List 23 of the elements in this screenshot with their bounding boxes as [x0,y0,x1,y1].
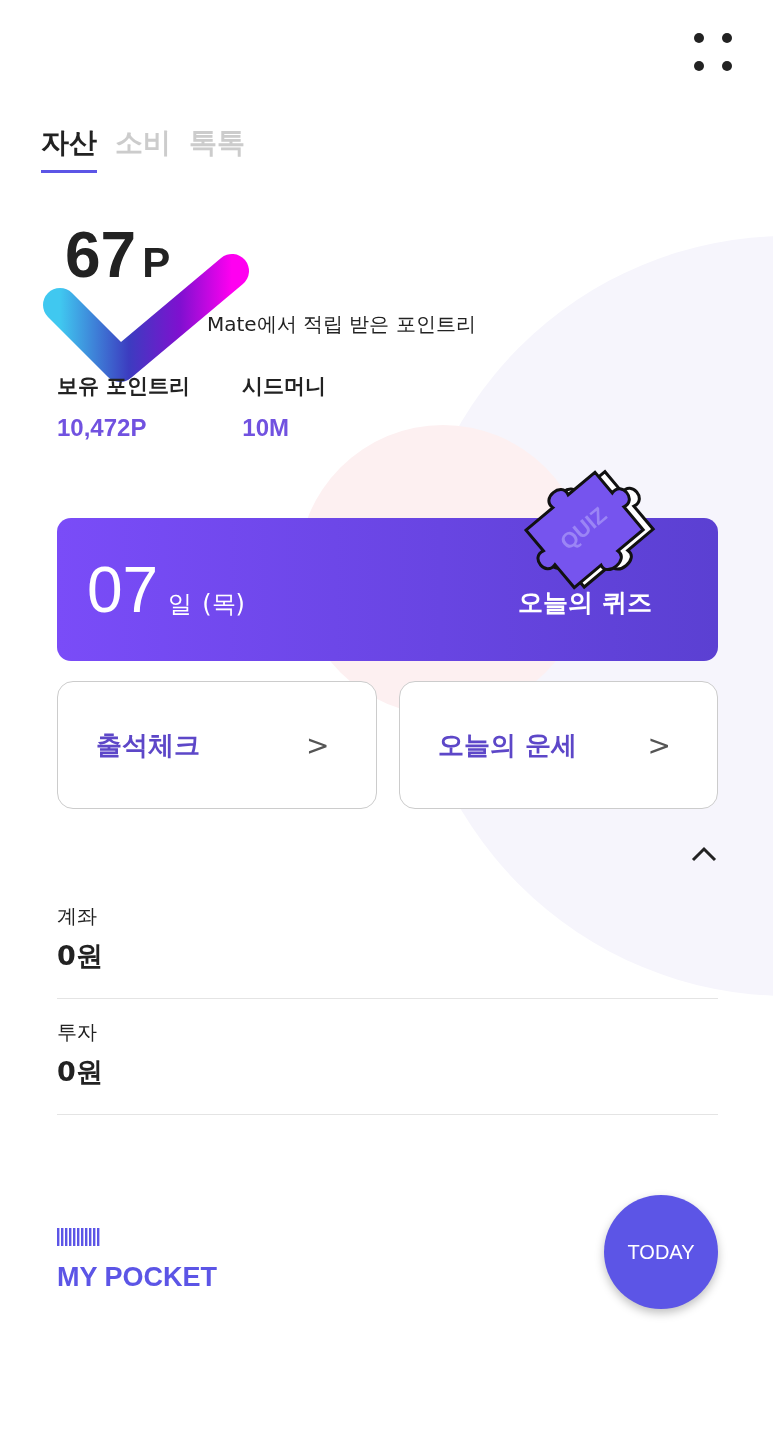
quiz-weekday: (목) [202,588,245,620]
account-value: 0원 [57,1055,104,1089]
today-button[interactable]: TODAY [604,1195,718,1309]
quiz-title: 오늘의 퀴즈 [518,587,652,619]
account-value: 0원 [57,939,104,973]
pocket-title: MY POCKET [57,1262,218,1293]
quiz-day-unit: 일 [168,588,193,620]
points-caption: Mate에서 적립 받은 포인트리 [206,311,477,338]
account-label: 계좌 [57,903,98,930]
link-card[interactable]: 출석체크 > [57,681,377,809]
tab[interactable]: 자산 [41,124,97,173]
stat-label: 보유 포인트리 [57,373,191,400]
stat-label: 시드머니 [242,373,327,400]
quiz-day: 07 [87,552,159,627]
stat-value: 10M [242,414,290,442]
barcode-icon [57,1228,101,1246]
stat-value: 10,472P [57,414,148,442]
points-unit: P [142,239,171,287]
points-value: 67 [65,223,137,287]
account-label: 투자 [57,1019,98,1046]
menu-icon[interactable] [693,32,733,72]
chevron-up-icon[interactable] [690,845,718,863]
link-card[interactable]: 오늘의 운세 > [398,681,718,809]
